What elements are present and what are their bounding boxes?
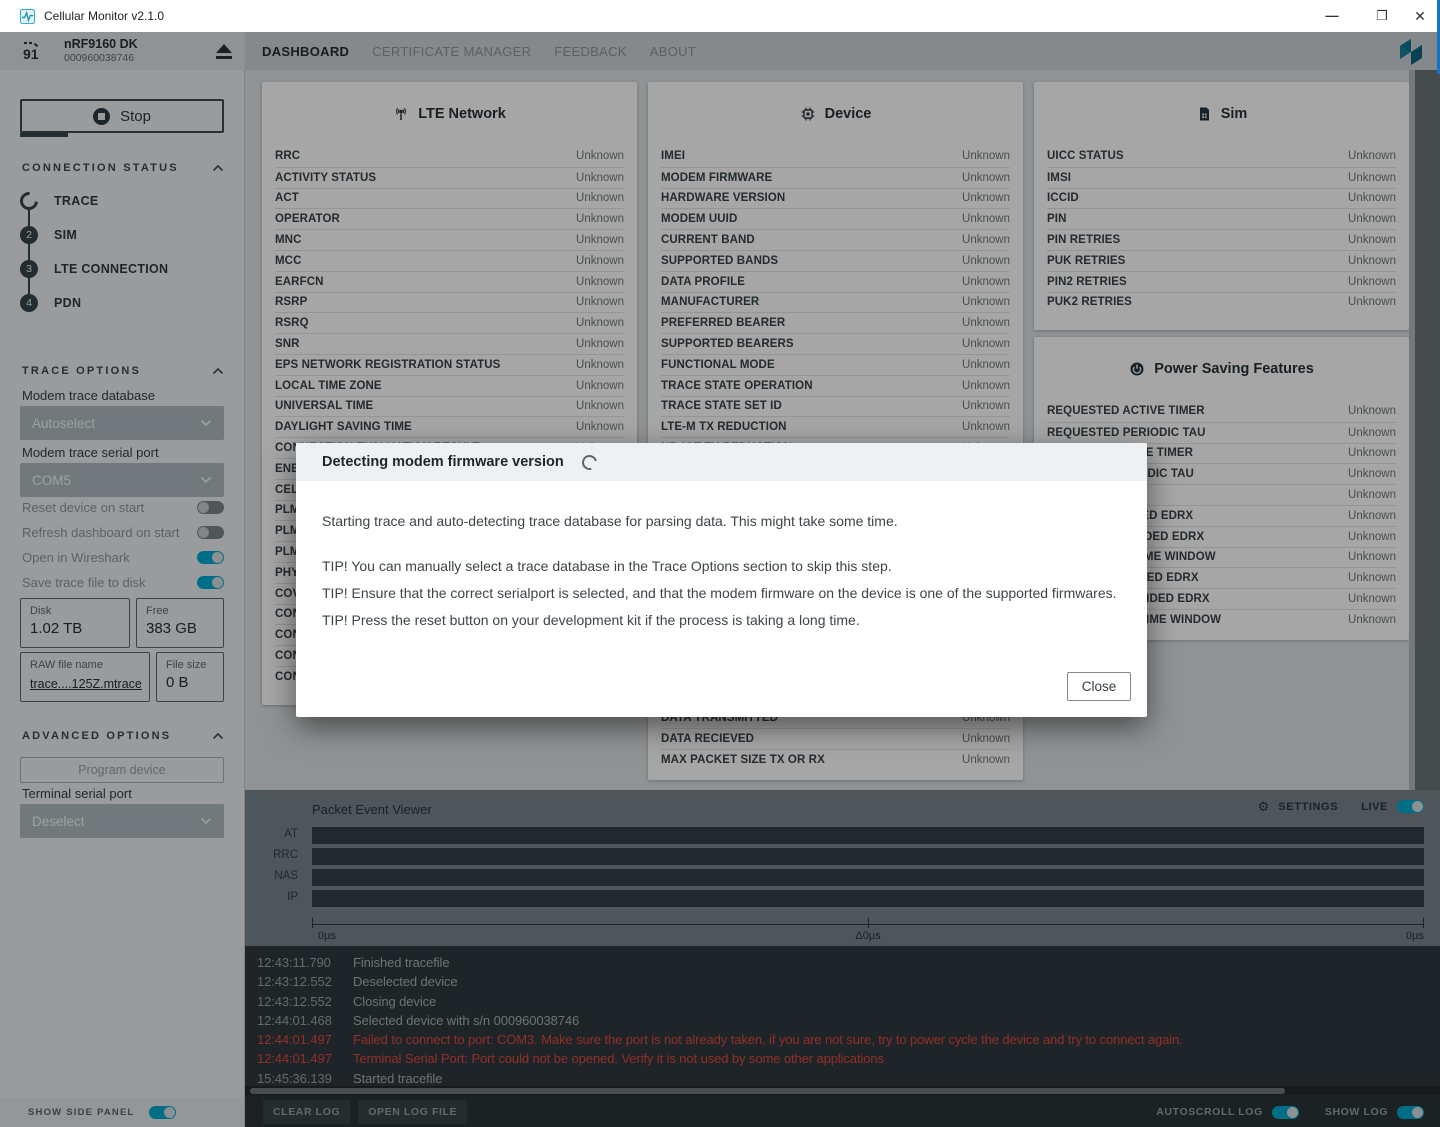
modal-tip: TIP! You can manually select a trace dat… <box>322 553 1121 580</box>
dialog-intro-text: Starting trace and auto-detecting trace … <box>322 481 1121 529</box>
detecting-firmware-dialog: Detecting modem firmware version Startin… <box>296 443 1147 717</box>
modal-tip: TIP! Ensure that the correct serialport … <box>322 580 1121 607</box>
loading-spinner-icon <box>579 452 599 472</box>
app-window: Cellular Monitor v2.1.0 — ❐ ✕ 91 nRF9160… <box>0 0 1440 1127</box>
maximize-button[interactable]: ❐ <box>1368 4 1396 28</box>
dialog-body: Starting trace and auto-detecting trace … <box>296 481 1147 717</box>
dialog-title: Detecting modem firmware version <box>322 454 564 470</box>
dialog-header: Detecting modem firmware version <box>296 443 1147 481</box>
app-icon <box>20 9 35 24</box>
window-title: Cellular Monitor v2.1.0 <box>44 9 164 23</box>
minimize-button[interactable]: — <box>1318 4 1346 28</box>
close-dialog-button[interactable]: Close <box>1067 672 1131 701</box>
titlebar: Cellular Monitor v2.1.0 — ❐ ✕ <box>0 0 1440 32</box>
modal-tips: TIP! You can manually select a trace dat… <box>322 553 1121 634</box>
close-window-button[interactable]: ✕ <box>1406 4 1434 28</box>
modal-tip: TIP! Press the reset button on your deve… <box>322 607 1121 634</box>
